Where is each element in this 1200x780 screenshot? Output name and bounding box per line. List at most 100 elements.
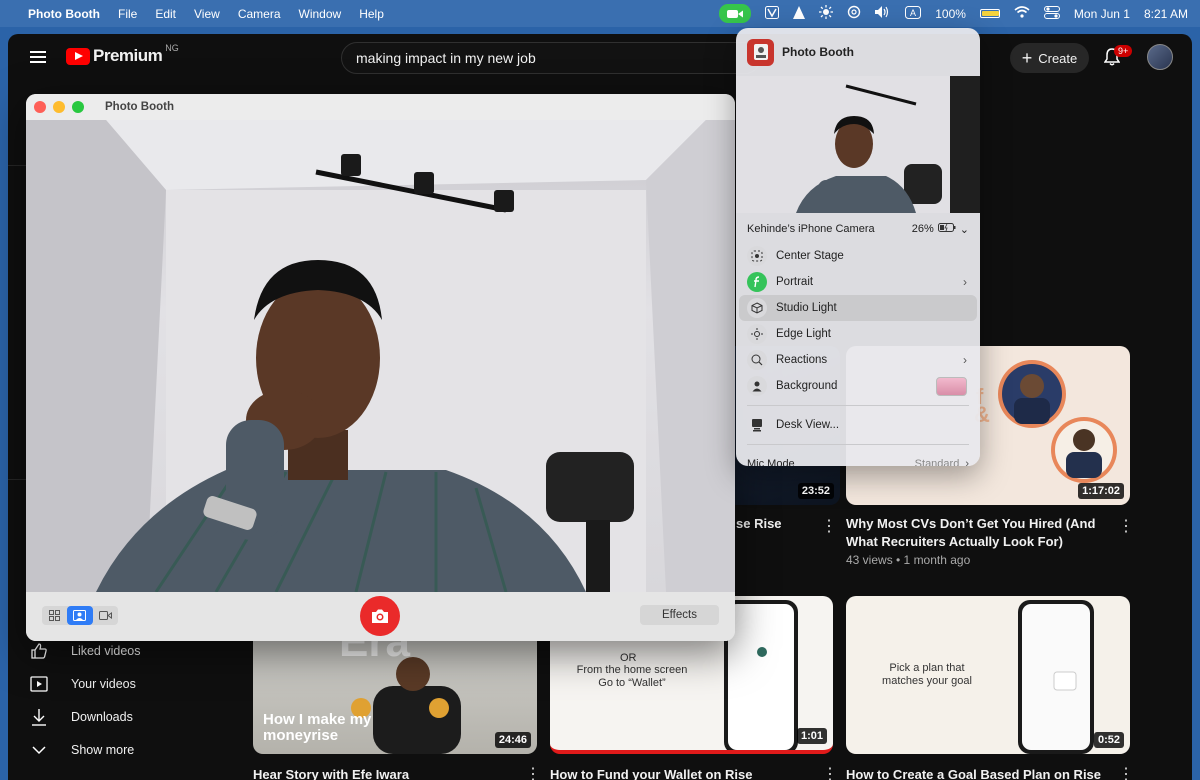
plus-icon: + — [1021, 48, 1033, 68]
single-photo-icon[interactable] — [67, 606, 93, 625]
camera-feed-image — [736, 76, 980, 213]
sidebar-item-label: Your videos — [71, 676, 136, 691]
menu-view[interactable]: View — [194, 7, 220, 21]
control-center-icon[interactable] — [1043, 5, 1060, 22]
minimize-button[interactable] — [53, 101, 65, 113]
youtube-logo-text: Premium — [93, 46, 163, 65]
center-stage-toggle[interactable]: Center Stage — [739, 243, 977, 269]
effects-button[interactable]: Effects — [640, 605, 719, 625]
chevron-down-icon[interactable]: ⌄ — [960, 223, 969, 236]
sidebar-item-your-videos[interactable]: Your videos — [8, 667, 238, 700]
cube-icon — [747, 298, 767, 318]
mic-mode-selector[interactable]: Mic Mode Standard › — [736, 451, 980, 466]
video-title[interactable]: Why Most CVs Don’t Get You Hired (And Wh… — [846, 515, 1096, 551]
menu-icon[interactable] — [30, 51, 46, 63]
desk-view-button[interactable]: Desk View... — [739, 412, 977, 438]
menu-camera[interactable]: Camera — [238, 7, 281, 21]
video-title[interactable]: Hear Story with Efe Iwara — [253, 766, 537, 780]
video-title[interactable]: How to Create a Goal Based Plan on Rise — [846, 766, 1130, 780]
close-button[interactable] — [34, 101, 46, 113]
wifi-icon[interactable] — [1014, 6, 1030, 21]
camera-in-use-icon[interactable] — [719, 4, 752, 23]
camera-feed-image — [26, 120, 735, 592]
video-effects-panel: Photo Booth Kehinde’s iPhone Camera 26% … — [736, 28, 980, 466]
sidebar-item-show-more[interactable]: Show more — [8, 733, 238, 766]
center-stage-label: Center Stage — [776, 250, 844, 262]
more-options-icon[interactable]: ⋮ — [1118, 516, 1134, 536]
sidebar-item-label: Liked videos — [71, 643, 141, 658]
svg-text:A: A — [910, 8, 916, 18]
four-up-icon[interactable] — [42, 606, 67, 625]
more-options-icon[interactable]: ⋮ — [821, 516, 837, 536]
battery-charging-icon — [937, 223, 956, 235]
more-options-icon[interactable]: ⋮ — [525, 764, 541, 780]
desk-view-label: Desk View... — [776, 419, 840, 431]
studio-light-toggle[interactable]: Studio Light — [739, 295, 977, 321]
video-title[interactable]: How to Fund your Wallet on Rise — [550, 766, 833, 780]
camera-preview — [26, 120, 735, 592]
window-title: Photo Booth — [105, 101, 174, 113]
video-thumbnail[interactable]: Pick a plan that matches your goal 0:52 — [846, 596, 1130, 754]
more-options-icon[interactable]: ⋮ — [1118, 764, 1134, 780]
reactions-toggle[interactable]: Reactions › — [739, 347, 977, 373]
chevron-down-icon — [30, 741, 48, 759]
create-button-label: Create — [1038, 50, 1078, 66]
video-card[interactable]: Pick a plan that matches your goal 0:52 … — [846, 596, 1134, 780]
avatar[interactable] — [1147, 44, 1173, 70]
video-meta: 43 views • 1 month ago — [846, 553, 971, 567]
menu-help[interactable]: Help — [359, 7, 384, 21]
battery-icon[interactable] — [979, 9, 1000, 18]
sun-icon[interactable] — [819, 5, 834, 22]
center-stage-icon — [747, 246, 767, 266]
create-button[interactable]: + Create — [1010, 43, 1089, 73]
menu-window[interactable]: Window — [299, 7, 342, 21]
photo-booth-toolbar: Effects — [26, 592, 735, 641]
menubar-time[interactable]: 8:21 AM — [1144, 7, 1188, 21]
menubar-date[interactable]: Mon Jun 1 — [1074, 7, 1130, 21]
menu-file[interactable]: File — [118, 7, 137, 21]
video-duration: 1:17:02 — [1078, 483, 1124, 499]
youtube-play-icon — [66, 47, 90, 65]
volume-icon[interactable] — [875, 6, 891, 21]
panel-header: Photo Booth — [736, 28, 980, 76]
sidebar-item-label: Show more — [71, 742, 135, 757]
menu-app-name[interactable]: Photo Booth — [28, 7, 100, 21]
sidebar-item-downloads[interactable]: Downloads — [8, 700, 238, 733]
battery-percent: 100% — [935, 6, 966, 21]
chatgpt-icon[interactable] — [847, 5, 861, 22]
camera-name: Kehinde’s iPhone Camera — [747, 223, 875, 235]
chevron-right-icon[interactable]: › — [963, 275, 967, 289]
chevron-right-icon[interactable]: › — [963, 353, 967, 367]
person-icon — [747, 376, 767, 396]
menu-edit[interactable]: Edit — [155, 7, 176, 21]
search-input[interactable]: making impact in my new job — [341, 42, 761, 74]
camera-source-selector[interactable]: Kehinde’s iPhone Camera 26% ⌄ — [736, 215, 980, 243]
youtube-logo[interactable]: Premium NG — [66, 43, 179, 66]
portrait-label: Portrait — [776, 276, 814, 288]
photo-booth-window: Photo Booth Effects — [26, 94, 735, 641]
video-mode-icon[interactable] — [93, 606, 118, 625]
studio-light-label: Studio Light — [776, 302, 837, 314]
reactions-label: Reactions — [776, 354, 828, 366]
desk-view-icon — [747, 415, 767, 435]
background-toggle[interactable]: Background — [739, 373, 977, 399]
take-photo-button[interactable] — [360, 596, 400, 636]
portrait-toggle[interactable]: Portrait › — [739, 269, 977, 295]
chevron-right-icon[interactable]: › — [965, 458, 969, 466]
portrait-f-icon — [747, 272, 767, 292]
window-titlebar[interactable]: Photo Booth — [26, 94, 735, 120]
zoom-button[interactable] — [72, 101, 84, 113]
video-duration: 24:46 — [494, 732, 531, 748]
more-options-icon[interactable]: ⋮ — [822, 764, 838, 780]
thumbnail-overlay-text: How I make my moneyrise — [263, 711, 372, 744]
vpn-icon[interactable] — [765, 5, 780, 22]
edge-light-toggle[interactable]: Edge Light — [739, 321, 977, 347]
video-duration: 0:52 — [1093, 732, 1124, 748]
background-color-swatch[interactable] — [936, 376, 967, 396]
notification-badge: 9+ — [1114, 45, 1133, 57]
vlc-icon[interactable] — [793, 5, 806, 22]
camera-preview-thumbnail — [736, 76, 980, 213]
thumbs-up-icon — [30, 642, 48, 660]
background-label: Background — [776, 380, 838, 392]
input-source-icon[interactable]: A — [905, 5, 922, 22]
